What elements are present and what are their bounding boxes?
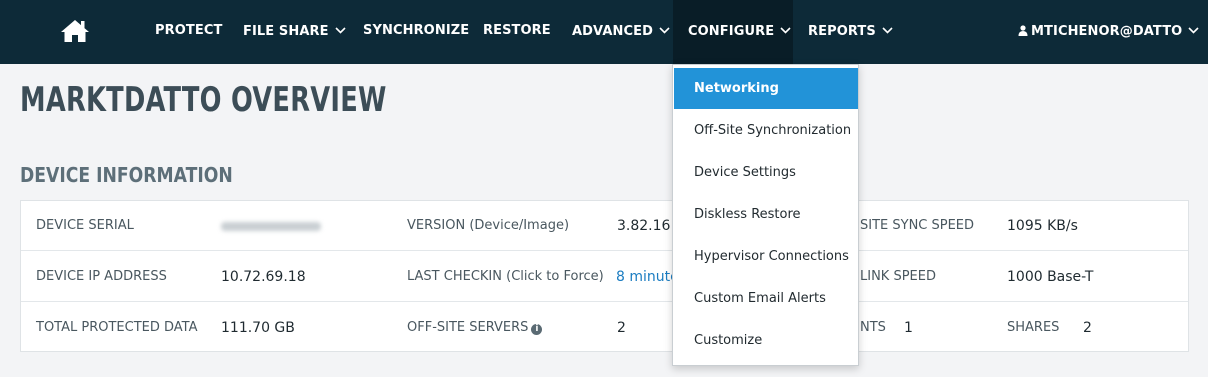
section-title: DEVICE INFORMATION	[20, 163, 233, 187]
menu-item-hypervisor-connections[interactable]: Hypervisor Connections	[674, 236, 858, 277]
nts-label: NTS	[860, 320, 886, 335]
menu-item-offsite-synchronization[interactable]: Off-Site Synchronization	[674, 110, 858, 151]
menu-item-diskless-restore[interactable]: Diskless Restore	[674, 194, 858, 235]
user-icon	[1018, 2, 1028, 64]
nav-file-share-label: FILE SHARE	[243, 24, 329, 39]
nav-advanced[interactable]: ADVANCED	[572, 0, 670, 64]
last-checkin-link[interactable]: 8 minute	[616, 252, 679, 302]
user-menu[interactable]: MTICHENOR@DATTO	[1018, 0, 1199, 64]
user-label: MTICHENOR@DATTO	[1031, 24, 1183, 39]
last-checkin-label: LAST CHECKIN (Click to Force)	[407, 269, 604, 284]
nav-protect[interactable]: PROTECT	[155, 0, 222, 64]
chevron-down-icon	[780, 0, 791, 62]
chevron-down-icon	[335, 0, 346, 62]
menu-item-customize[interactable]: Customize	[674, 320, 858, 361]
link-speed-label: LINK SPEED	[860, 269, 936, 284]
nav-reports[interactable]: REPORTS	[808, 0, 893, 64]
redacted-serial	[221, 222, 321, 231]
chevron-down-icon	[1188, 0, 1199, 62]
chevron-down-icon	[659, 0, 670, 62]
offsite-servers-cell: OFF-SITE SERVERS i	[407, 303, 543, 353]
nav-synchronize[interactable]: SYNCHRONIZE	[363, 0, 469, 64]
version-label: VERSION (Device/Image)	[407, 218, 570, 233]
shares-value: 2	[1083, 320, 1092, 336]
sync-speed-label: SITE SYNC SPEED	[860, 218, 975, 233]
ip-address-label: DEVICE IP ADDRESS	[36, 269, 167, 284]
home-icon[interactable]	[60, 18, 90, 44]
device-serial-value	[221, 201, 321, 251]
info-row: DEVICE IP ADDRESS 10.72.69.18 LAST CHECK…	[21, 252, 1188, 302]
page-title: MARKTDATTO OVERVIEW	[20, 80, 387, 120]
protected-data-label: TOTAL PROTECTED DATA	[36, 320, 198, 335]
info-row: TOTAL PROTECTED DATA 111.70 GB OFF-SITE …	[21, 303, 1188, 353]
nav-restore-label: RESTORE	[483, 23, 551, 38]
chevron-down-icon	[882, 0, 893, 62]
nav-restore[interactable]: RESTORE	[483, 0, 551, 64]
nav-file-share[interactable]: FILE SHARE	[243, 0, 346, 64]
offsite-servers-value: 2	[617, 320, 626, 336]
nav-protect-label: PROTECT	[155, 23, 223, 38]
menu-item-custom-email-alerts[interactable]: Custom Email Alerts	[674, 278, 858, 319]
device-info-panel: DEVICE SERIAL VERSION (Device/Image) 3.8…	[20, 200, 1189, 352]
menu-item-networking[interactable]: Networking	[674, 68, 858, 109]
nav-advanced-label: ADVANCED	[572, 24, 653, 39]
ip-address-value: 10.72.69.18	[221, 269, 306, 285]
configure-dropdown-menu: Networking Off-Site Synchronization Devi…	[672, 64, 859, 366]
version-value: 3.82.16 /	[617, 218, 680, 234]
link-speed-value: 1000 Base-T	[1007, 269, 1094, 285]
shares-label: SHARES	[1007, 320, 1060, 335]
top-navigation-bar: PROTECT FILE SHARE SYNCHRONIZE RESTORE A…	[0, 0, 1208, 64]
protected-data-value: 111.70 GB	[221, 320, 295, 336]
nav-reports-label: REPORTS	[808, 24, 876, 39]
info-icon[interactable]: i	[531, 324, 543, 335]
device-serial-label: DEVICE SERIAL	[36, 218, 134, 233]
info-row: DEVICE SERIAL VERSION (Device/Image) 3.8…	[21, 201, 1188, 251]
nts-value: 1	[904, 320, 913, 336]
nav-configure-label: CONFIGURE	[688, 24, 775, 39]
nav-configure[interactable]: CONFIGURE	[673, 0, 793, 64]
sync-speed-value: 1095 KB/s	[1007, 218, 1078, 234]
nav-synchronize-label: SYNCHRONIZE	[363, 23, 470, 38]
offsite-servers-label: OFF-SITE SERVERS	[407, 320, 529, 335]
menu-item-device-settings[interactable]: Device Settings	[674, 152, 858, 193]
